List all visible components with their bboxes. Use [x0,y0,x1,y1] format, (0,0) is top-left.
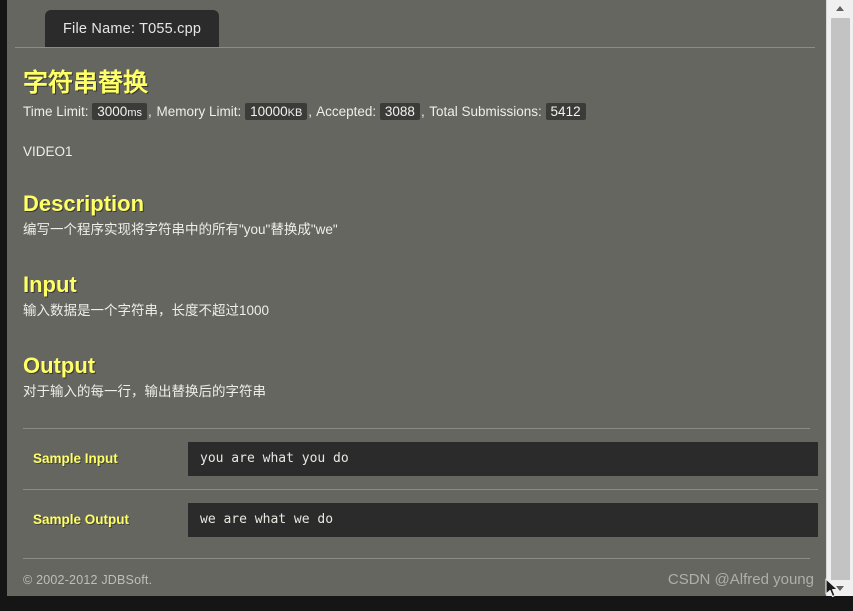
page-canvas: File Name: T055.cpp 字符串替换 Time Limit: 30… [7,0,826,596]
scroll-down-arrow-icon[interactable] [827,580,853,596]
memory-limit-unit: KB [287,106,303,119]
meta-separator-1: , [148,103,152,119]
section-body-input: 输入数据是一个字符串，长度不超过1000 [23,303,270,319]
vertical-scrollbar[interactable] [826,0,853,596]
sample-row-input: Sample Input you are what you do [23,429,818,477]
section-body-description: 编写一个程序实现将字符串中的所有"you"替换成"we" [23,221,338,237]
sample-input-label: Sample Input [33,451,118,467]
memory-limit-value: 10000 [250,103,288,119]
browser-window: File Name: T055.cpp 字符串替换 Time Limit: 30… [0,0,853,611]
total-submissions-label: Total Submissions: [429,103,542,119]
time-limit-unit: ms [127,106,142,119]
accepted-badge: 3088 [379,102,420,120]
page-title: 字符串替换 [23,69,149,97]
scroll-down-arrow-glyph [836,585,844,591]
tab-label: File Name: T055.cpp [63,21,202,37]
section-heading-input: Input [23,271,77,297]
tab-strip: File Name: T055.cpp [7,0,826,48]
accepted-label: Accepted: [316,103,377,119]
time-limit-label: Time Limit: [23,103,89,119]
window-left-gutter [0,0,7,596]
sample-output-box: we are what we do [188,503,818,538]
scroll-up-arrow-icon[interactable] [827,0,853,16]
window-bottom-bar [0,596,853,611]
footer-divider [23,558,810,560]
memory-limit-badge: 10000KB [245,102,308,120]
meta-separator-2: , [308,103,313,119]
section-heading-output: Output [23,353,96,379]
time-limit-value: 3000 [97,103,128,119]
meta-separator-3: , [420,103,425,119]
section-heading-description: Description [23,190,145,216]
sample-input-box: you are what you do [188,442,818,477]
scroll-up-arrow-glyph [836,5,844,11]
section-body-output: 对于输入的每一行，输出替换后的字符串 [23,384,266,400]
footer-copyright: © 2002-2012 JDBSoft. [23,573,153,588]
video-link[interactable]: VIDEO1 [23,144,818,159]
scrollbar-thumb[interactable] [831,18,850,585]
samples-table: Sample Input you are what you do Sample … [23,429,818,538]
tab-file-name[interactable]: File Name: T055.cpp [45,10,220,48]
sample-output-label: Sample Output [33,512,130,528]
problem-meta: Time Limit: 3000ms, Memory Limit: 10000K… [23,102,818,123]
memory-limit-label: Memory Limit: [156,103,242,119]
problem-content: 字符串替换 Time Limit: 3000ms, Memory Limit: … [7,48,826,587]
sample-row-output: Sample Output we are what we do [23,490,818,538]
total-submissions-badge: 5412 [545,102,586,120]
time-limit-badge: 3000ms [92,102,147,120]
